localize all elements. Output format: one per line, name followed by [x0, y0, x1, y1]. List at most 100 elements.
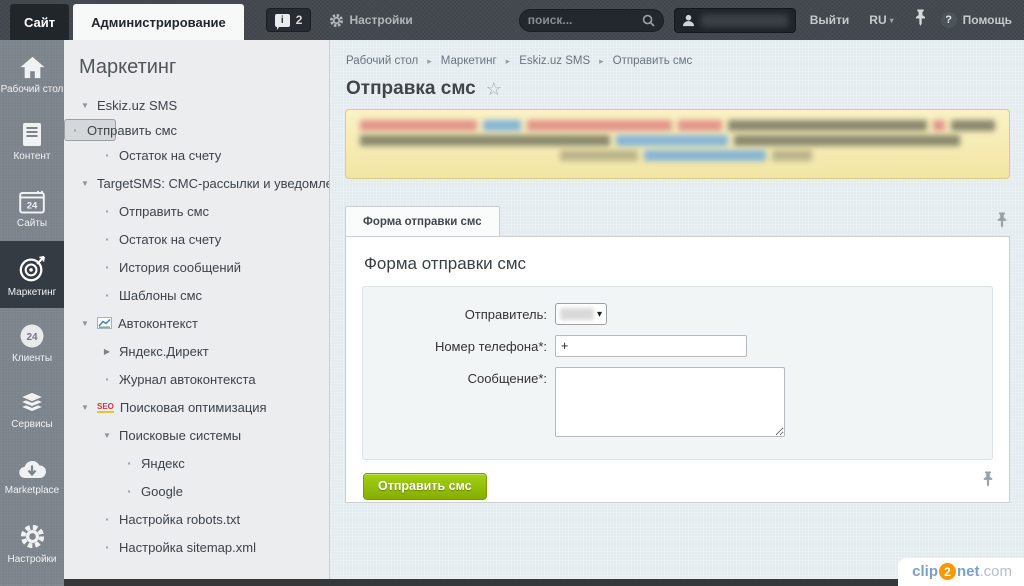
clip2net-watermark: clip 2 net .com [898, 558, 1024, 586]
cloud-download-icon [19, 460, 46, 478]
home-icon [20, 56, 44, 78]
menu-item-message-history[interactable]: ▪ История сообщений [64, 253, 329, 281]
menu-item-balance-2[interactable]: ▪ Остаток на счету [64, 225, 329, 253]
topbar-right: Выйти RU ▾ ? Помощь [518, 7, 1012, 33]
gear-icon [20, 524, 44, 549]
document-icon [23, 123, 41, 146]
sidebar-item-settings[interactable]: Настройки [0, 509, 64, 576]
menu-item-sitemap-xml[interactable]: ▪ Настройка sitemap.xml [64, 533, 329, 561]
pin-tab-button[interactable] [996, 212, 1008, 233]
phone-input[interactable] [555, 335, 747, 357]
bullet-icon: ▪ [105, 206, 109, 216]
redacted-text-line [360, 120, 996, 131]
menu-item-targetsms[interactable]: ▼ TargetSMS: СМС-рассылки и уведомления [64, 169, 329, 197]
breadcrumb-separator-icon: ▸ [505, 55, 511, 66]
search-input[interactable] [527, 13, 642, 27]
user-icon [682, 14, 694, 26]
sms-form-panel: Форма отправки смс Отправитель: ▾ Номер … [345, 236, 1010, 503]
pin-topbar-button[interactable] [914, 9, 927, 31]
bullet-icon: ▪ [105, 514, 109, 524]
breadcrumb-send-sms[interactable]: Отправить смс [613, 55, 693, 67]
expand-arrow-icon[interactable]: ▼ [101, 431, 113, 440]
icon-sidebar: Рабочий стол Сайты Контент 24 [0, 40, 64, 586]
question-icon: ? [940, 12, 957, 28]
tab-site[interactable]: Сайт [10, 4, 70, 40]
clip2net-2-icon: 2 [938, 563, 956, 580]
tab-administration[interactable]: Администрирование [73, 4, 244, 40]
bullet-icon: ▪ [105, 150, 109, 160]
breadcrumb-eskiz[interactable]: Eskiz.uz SMS [519, 55, 590, 67]
expand-arrow-icon[interactable]: ▼ [79, 319, 91, 328]
gear-icon [330, 13, 344, 27]
logout-button[interactable]: Выйти [810, 13, 850, 27]
bullet-icon: ▪ [105, 262, 109, 272]
breadcrumb-separator-icon: ▸ [427, 55, 432, 66]
menu-item-yandex-direct[interactable]: ▶ Яндекс.Директ [64, 337, 329, 365]
message-label: Сообщение*: [467, 371, 547, 386]
sidebar-item-clients[interactable]: 24 Клиенты [0, 308, 64, 375]
info-bubble-icon: i [274, 13, 290, 30]
sidebar-item-marketing[interactable]: Маркетинг [0, 241, 64, 308]
admin-app: Сайт Администрирование i 2 Настройки пои… [0, 0, 1024, 586]
redacted-text-line [360, 150, 995, 161]
topbar-search[interactable] [518, 8, 664, 32]
search-icon[interactable] [642, 14, 655, 27]
chevron-down-icon: ▾ [889, 15, 894, 25]
menu-item-send-sms[interactable]: ▪ Отправить смс [64, 119, 177, 141]
bullet-icon: ▪ [105, 374, 109, 384]
expand-arrow-icon[interactable]: ▼ [79, 403, 91, 412]
breadcrumb-desktop[interactable]: Рабочий стол [346, 55, 418, 67]
notice-banner [345, 109, 1010, 179]
expand-arrow-icon[interactable]: ▼ [79, 101, 91, 110]
topbar: Сайт Администрирование i 2 Настройки пои… [0, 0, 1024, 40]
sidebar-item-content[interactable]: Сайты Контент [0, 107, 64, 174]
pin-icon [915, 9, 925, 26]
favorite-star-icon[interactable]: ☆ [486, 80, 502, 98]
menu-item-send-sms-2[interactable]: ▪ Отправить смс [64, 197, 329, 225]
window-bottom-edge [64, 579, 912, 586]
menu-item-autocontext[interactable]: ▼ Автоконтекст [64, 309, 329, 337]
tab-sms-form[interactable]: Форма отправки смс [345, 206, 500, 236]
redacted-text-line [360, 135, 995, 146]
send-sms-button[interactable]: Отправить смс [363, 473, 487, 500]
svg-text:24: 24 [26, 332, 38, 343]
page-title: Отправка смс [346, 78, 476, 99]
menu-item-seo[interactable]: ▼ SEO Поисковая оптимизация [64, 393, 329, 421]
sender-select[interactable]: ▾ [555, 303, 607, 325]
chevron-down-icon: ▾ [596, 308, 602, 320]
menu-item-google[interactable]: ▪ Google [64, 477, 329, 505]
menu-item-eskiz[interactable]: ▼ Eskiz.uz SMS [64, 91, 329, 119]
message-row: Сообщение*: [363, 367, 992, 442]
seo-icon: SEO [97, 401, 114, 413]
message-textarea[interactable] [555, 367, 785, 437]
circle-24-icon: 24 [20, 324, 44, 347]
language-selector[interactable]: RU ▾ [869, 13, 893, 27]
phone-label: Номер телефона*: [434, 339, 547, 354]
username-redacted [700, 13, 788, 27]
user-menu[interactable] [673, 7, 796, 33]
target-icon [19, 255, 45, 281]
menu-item-yandex[interactable]: ▪ Яндекс [64, 449, 329, 477]
page-title-row: Отправка смс ☆ [346, 78, 1024, 100]
menu-item-search-engines[interactable]: ▼ Поисковые системы [64, 421, 329, 449]
menu-item-sms-templates[interactable]: ▪ Шаблоны смс [64, 281, 329, 309]
bullet-icon: ▪ [127, 458, 131, 468]
notifications-button[interactable]: i 2 [265, 8, 312, 32]
sidebar-item-desktop[interactable]: Рабочий стол [0, 40, 64, 107]
collapse-arrow-icon[interactable]: ▶ [101, 347, 113, 356]
expand-arrow-icon[interactable]: ▼ [79, 179, 91, 188]
menu-item-balance[interactable]: ▪ Остаток на счету [64, 141, 329, 169]
breadcrumb: Рабочий стол ▸ Маркетинг ▸ Eskiz.uz SMS … [346, 55, 1024, 67]
sidebar-item-services[interactable]: Сервисы [0, 375, 64, 442]
breadcrumb-marketing[interactable]: Маркетинг [441, 55, 497, 67]
bullet-icon: ▪ [105, 290, 109, 300]
pin-panel-button[interactable] [982, 471, 994, 492]
topbar-settings-button[interactable]: Настройки [329, 13, 413, 28]
menu-item-robots-txt[interactable]: ▪ Настройка robots.txt [64, 505, 329, 533]
phone-row: Номер телефона*: [363, 335, 992, 357]
sidebar-item-sites[interactable]: 24 Сайты [0, 174, 64, 241]
form-heading: Форма отправки смс [364, 254, 527, 273]
menu-item-autocontext-journal[interactable]: ▪ Журнал автоконтекста [64, 365, 329, 393]
sidebar-item-marketplace[interactable]: Marketplace [0, 442, 64, 509]
help-button[interactable]: ? Помощь [940, 12, 1012, 28]
